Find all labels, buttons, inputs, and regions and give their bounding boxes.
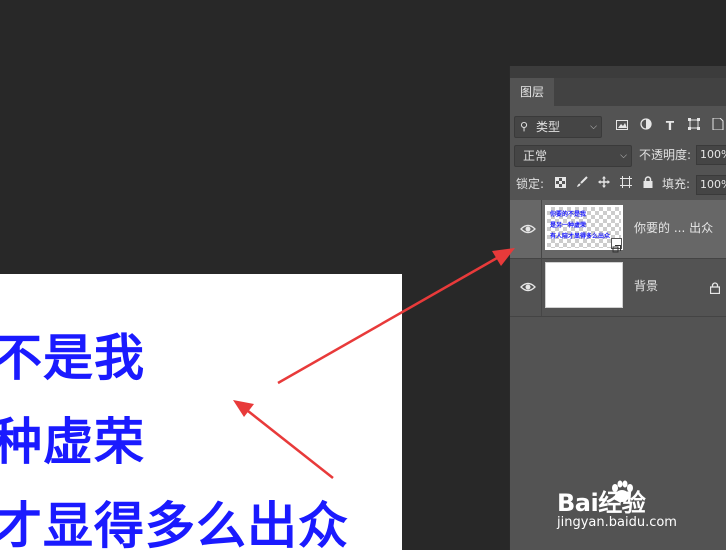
background-lock-icon [709,279,722,295]
filter-kind-label: 类型 [536,120,561,134]
opacity-label: 不透明度: [639,148,692,162]
lock-all-icon[interactable] [640,175,656,193]
layer-row-background[interactable]: 背景 [510,258,726,317]
visibility-eye-icon[interactable] [520,279,536,295]
thumb-line-2: 是另一种虚荣 [550,222,587,229]
chevron-down-icon: ⌵ [620,151,627,161]
tab-layers[interactable]: 图层 [510,78,554,106]
canvas-document[interactable]: 不是我 种虚荣 才显得多么出众 [0,274,402,550]
lock-artboard-icon[interactable] [618,175,634,193]
blend-mode-value: 正常 [523,149,548,163]
image-filter-icon[interactable] [614,116,630,136]
canvas-text-line-3: 才显得多么出众 [0,497,349,550]
search-icon: ⚲ [520,120,529,133]
opacity-input[interactable]: 100% [696,145,726,165]
fill-label: 填充: [662,177,691,191]
layer-row-text[interactable]: 你要的不是我 是另一种虚荣 有人陪才显得多么出众 你要的 ... 出众 [510,200,726,259]
layer-thumbnail[interactable] [545,262,623,308]
chevron-down-icon: ⌵ [590,122,597,132]
fill-input[interactable]: 100% [696,175,726,195]
layer-name[interactable]: 背景 [634,278,658,294]
canvas-text-line-2: 种虚荣 [0,413,145,471]
layer-filter-row: ⚲ 类型 ⌵ T [510,112,726,140]
lock-position-icon[interactable] [596,175,612,193]
thumb-line-1: 你要的不是我 [550,211,587,218]
visibility-eye-icon[interactable] [520,221,536,237]
blend-mode-select[interactable]: 正常 ⌵ [514,145,632,167]
lock-label: 锁定: [516,177,545,191]
layer-thumbnail[interactable]: 你要的不是我 是另一种虚荣 有人陪才显得多么出众 [545,205,623,253]
lock-transparent-icon[interactable] [552,175,568,193]
layer-separator [541,258,542,316]
smart-object-filter-icon[interactable] [710,116,726,136]
watermark-url: jingyan.baidu.com [557,515,677,530]
blend-opacity-row: 正常 ⌵ 不透明度: 100% [510,142,726,170]
smart-object-badge-icon [611,238,622,253]
filter-kind-select[interactable]: ⚲ 类型 ⌵ [514,116,602,138]
lock-fill-row: 锁定: 填充: 100% [510,172,726,198]
layer-separator [541,200,542,258]
adjustment-filter-icon[interactable] [638,116,654,136]
lock-paint-icon[interactable] [574,175,590,193]
thumb-line-3: 有人陪才显得多么出众 [550,233,611,240]
shape-filter-icon[interactable] [686,116,702,136]
type-filter-icon[interactable]: T [662,116,678,136]
canvas-text-line-1: 不是我 [0,329,145,387]
panel-tab-bar: 图层 [510,78,726,106]
baidu-jingyan-watermark: Bai经验 jingyan.baidu.com [557,477,717,537]
panel-header-strip[interactable] [510,66,726,78]
layer-name[interactable]: 你要的 ... 出众 [634,220,713,236]
baidu-paw-icon [612,480,633,502]
